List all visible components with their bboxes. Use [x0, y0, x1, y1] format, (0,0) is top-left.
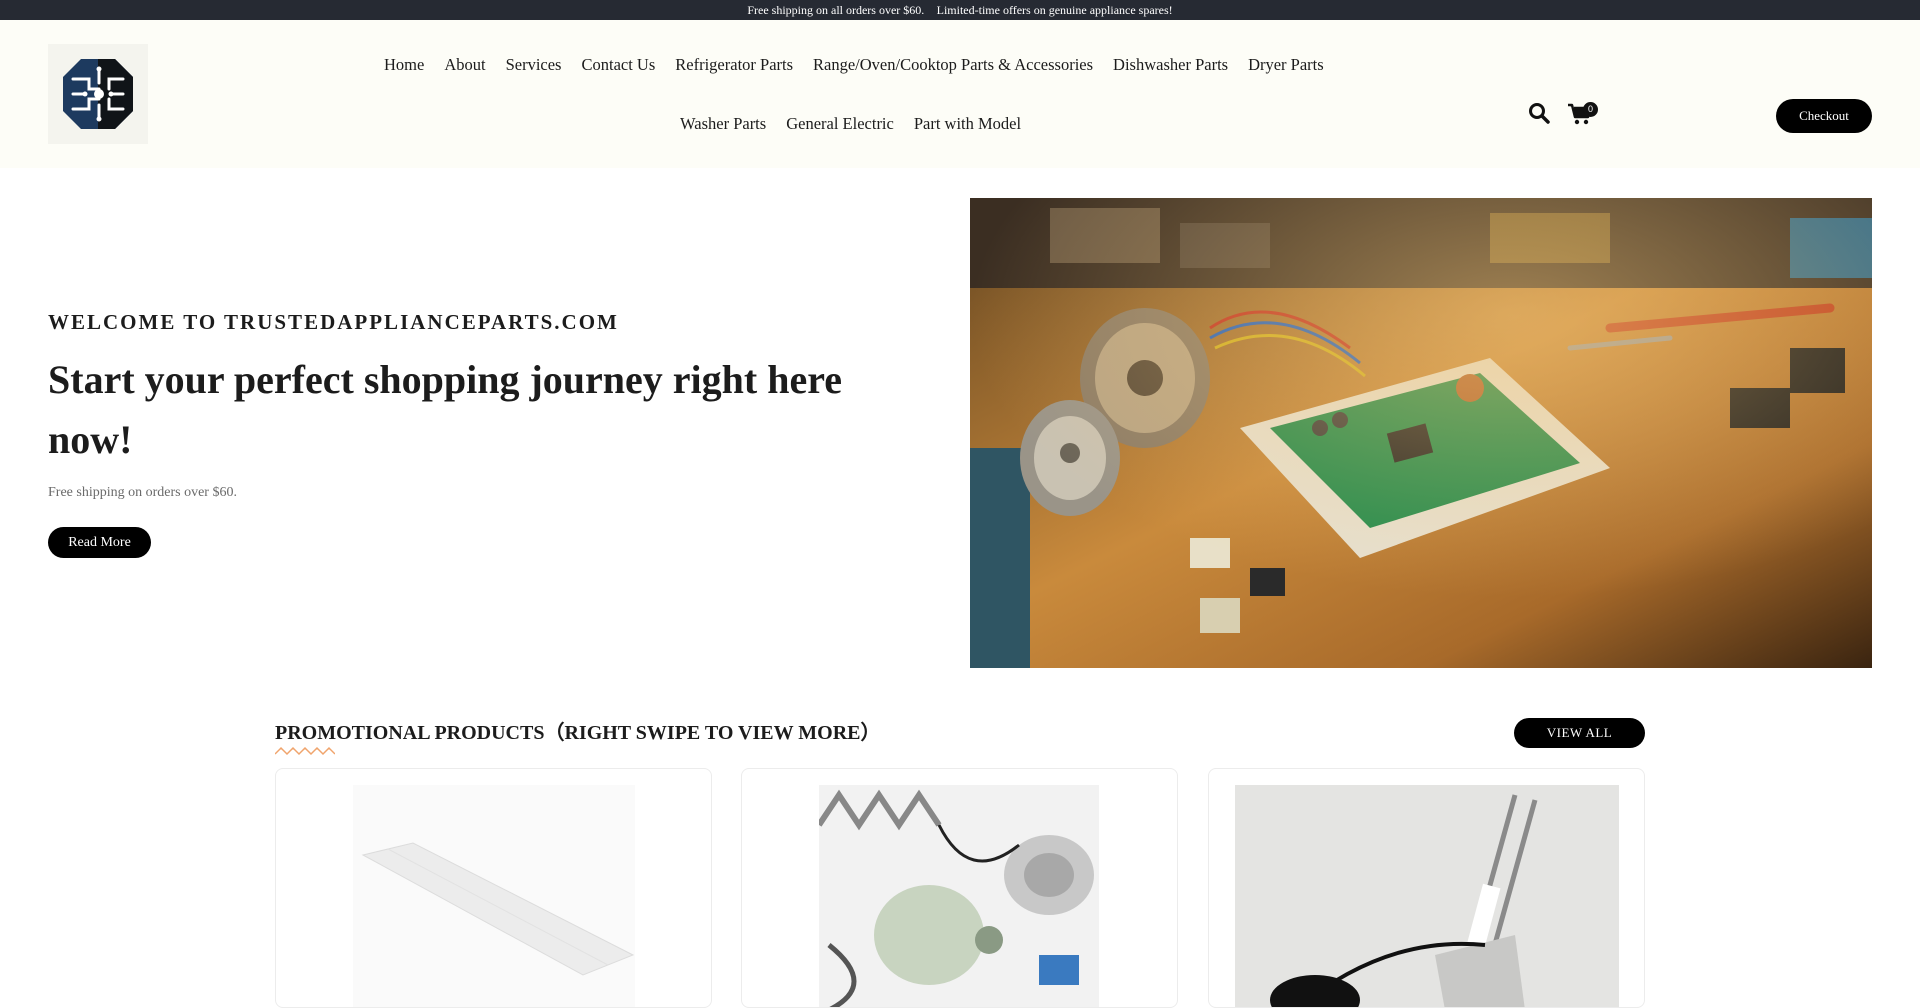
nav-dryer-parts[interactable]: Dryer Parts	[1248, 55, 1324, 75]
nav-part-with-model[interactable]: Part with Model	[914, 114, 1021, 134]
product-card[interactable]	[1208, 768, 1645, 1008]
nav-contact-us[interactable]: Contact Us	[581, 55, 655, 75]
nav-home[interactable]: Home	[384, 55, 424, 75]
read-more-button[interactable]: Read More	[48, 527, 151, 558]
product-card[interactable]	[741, 768, 1178, 1008]
primary-nav: Home About Services Contact Us Refrigera…	[384, 55, 1324, 75]
secondary-nav: Washer Parts General Electric Part with …	[680, 114, 1021, 134]
announcement-bar: Free shipping on all orders over $60.  L…	[0, 0, 1920, 20]
view-all-button[interactable]: VIEW ALL	[1514, 718, 1645, 748]
nav-refrigerator-parts[interactable]: Refrigerator Parts	[675, 55, 793, 75]
circuit-logo-icon[interactable]	[48, 44, 148, 144]
product-image	[819, 785, 1099, 1007]
nav-about[interactable]: About	[444, 55, 485, 75]
search-icon[interactable]	[1528, 102, 1550, 124]
cart-count-badge: 0	[1583, 102, 1598, 117]
site-header: Home About Services Contact Us Refrigera…	[0, 20, 1920, 168]
hero-title: Start your perfect shopping journey righ…	[48, 357, 843, 462]
wave-underline-icon	[274, 743, 336, 756]
hero-subtitle: Free shipping on orders over $60.	[48, 485, 237, 500]
product-image	[353, 785, 635, 1007]
promo-section-title: PROMOTIONAL PRODUCTS（RIGHT SWIPE TO VIEW…	[275, 722, 881, 744]
checkout-button[interactable]: Checkout	[1776, 99, 1872, 133]
nav-washer-parts[interactable]: Washer Parts	[680, 114, 766, 134]
nav-dishwasher-parts[interactable]: Dishwasher Parts	[1113, 55, 1228, 75]
announcement-text: Free shipping on all orders over $60.  L…	[747, 3, 1173, 17]
product-image	[1235, 785, 1619, 1007]
product-card[interactable]	[275, 768, 712, 1008]
hero-eyebrow: WELCOME TO TRUSTEDAPPLIANCEPARTS.COM	[48, 310, 619, 334]
nav-services[interactable]: Services	[506, 55, 562, 75]
hero-image	[970, 198, 1872, 668]
nav-range-oven-cooktop[interactable]: Range/Oven/Cooktop Parts & Accessories	[813, 55, 1093, 75]
nav-general-electric[interactable]: General Electric	[786, 114, 894, 134]
